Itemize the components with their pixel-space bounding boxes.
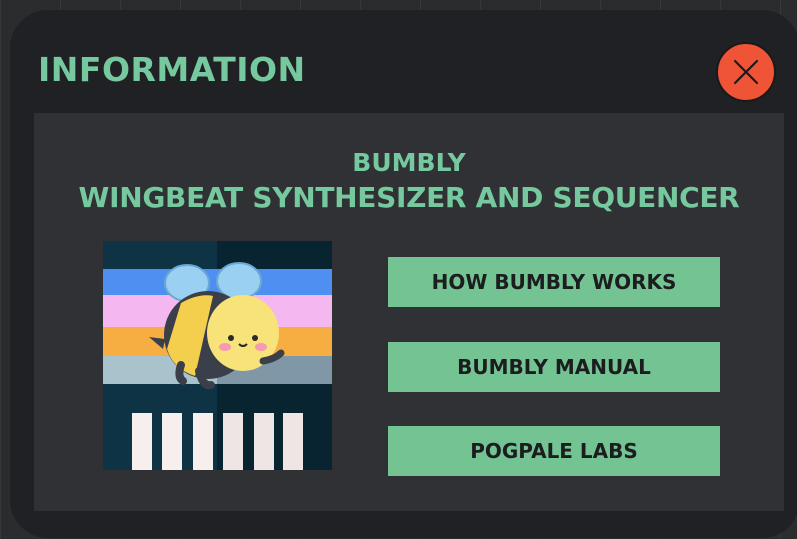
bumbly-manual-button[interactable]: BUMBLY MANUAL [388, 342, 720, 392]
about-panel: BUMBLY WINGBEAT SYNTHESIZER AND SEQUENCE… [34, 113, 784, 511]
close-x-icon [733, 59, 759, 85]
dialog-title: INFORMATION [38, 50, 306, 89]
app-subtitle: WINGBEAT SYNTHESIZER AND SEQUENCER [78, 181, 740, 214]
how-bumbly-works-button[interactable]: HOW BUMBLY WORKS [388, 257, 720, 307]
bee-logo-icon [103, 241, 332, 470]
information-dialog: INFORMATION BUMBLY WINGBEAT SYNTHESIZER … [10, 10, 797, 538]
close-button[interactable] [716, 42, 776, 102]
app-name: BUMBLY [352, 148, 466, 177]
pogpale-labs-button[interactable]: POGPALE LABS [388, 426, 720, 476]
